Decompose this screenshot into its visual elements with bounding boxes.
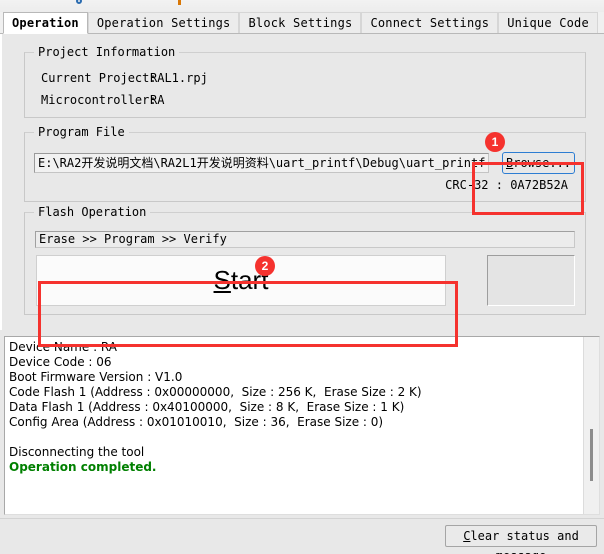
log-line: Device Code : 06 [9, 355, 112, 369]
log-line: Code Flash 1 (Address : 0x00000000, Size… [9, 385, 422, 399]
tab-operation-settings[interactable]: Operation Settings [87, 12, 240, 33]
log-line: Config Area (Address : 0x01010010, Size … [9, 415, 384, 429]
bottom-bar: Clear status and message [0, 519, 604, 554]
log-line: Device Name : RA [9, 340, 117, 354]
log-line: Data Flash 1 (Address : 0x40100000, Size… [9, 400, 405, 414]
microcontroller-value: RA [150, 93, 165, 107]
application-window: Operation Operation Settings Block Setti… [0, 0, 604, 554]
partial-circle-icon [76, 0, 82, 4]
tab-bar: Operation Operation Settings Block Setti… [0, 12, 604, 34]
tab-bar-filler [598, 32, 604, 33]
status-log-text: Device Name : RA Device Code : 06 Boot Fir… [5, 337, 583, 514]
clear-button-label: lear status and message [470, 529, 579, 554]
start-button-mnemonic: S [213, 265, 231, 295]
microcontroller-label: Microcontroller: [41, 93, 157, 107]
current-project-label: Current Project: [41, 71, 157, 85]
partial-marker-icon [178, 0, 181, 5]
tab-block-settings[interactable]: Block Settings [239, 12, 362, 33]
log-line: Operation completed. [9, 460, 157, 474]
current-project-value: RAL1.rpj [150, 71, 208, 85]
crc32-value: CRC-32 : 0A72B52A [445, 178, 568, 192]
tab-connect-settings[interactable]: Connect Settings [361, 12, 499, 33]
start-button[interactable]: Start [36, 255, 446, 306]
log-line: Boot Firmware Version : V1.0 [9, 370, 183, 384]
flash-progress-bar: Erase >> Program >> Verify [35, 231, 575, 248]
log-line: Disconnecting the tool [9, 445, 145, 459]
program-file-legend: Program File [34, 125, 129, 139]
clear-status-and-message-button[interactable]: Clear status and message [445, 525, 597, 554]
project-information-group: Project Information Current Project: RAL… [24, 45, 586, 118]
status-log-pane[interactable]: Device Name : RA Device Code : 06 Boot Fir… [4, 336, 600, 515]
flash-operation-group: Flash Operation Erase >> Program >> Veri… [24, 205, 586, 315]
browse-button[interactable]: Browse... [502, 152, 575, 174]
tab-operation[interactable]: Operation [3, 12, 88, 34]
project-information-legend: Project Information [34, 45, 180, 59]
operation-page: Project Information Current Project: RAL… [0, 34, 604, 347]
flash-operation-legend: Flash Operation [34, 205, 151, 219]
annotation-badge-1: 1 [485, 132, 505, 152]
log-scrollbar-thumb[interactable] [590, 429, 593, 481]
tab-unique-code[interactable]: Unique Code [498, 12, 598, 33]
program-file-path-input[interactable]: E:\RA2开发说明文档\RA2L1开发说明资料\uart_printf\Deb… [34, 153, 489, 173]
flash-status-box [487, 255, 575, 306]
log-scrollbar[interactable] [583, 337, 599, 514]
annotation-badge-2: 2 [255, 256, 275, 276]
browse-button-label: rowse... [513, 156, 572, 170]
